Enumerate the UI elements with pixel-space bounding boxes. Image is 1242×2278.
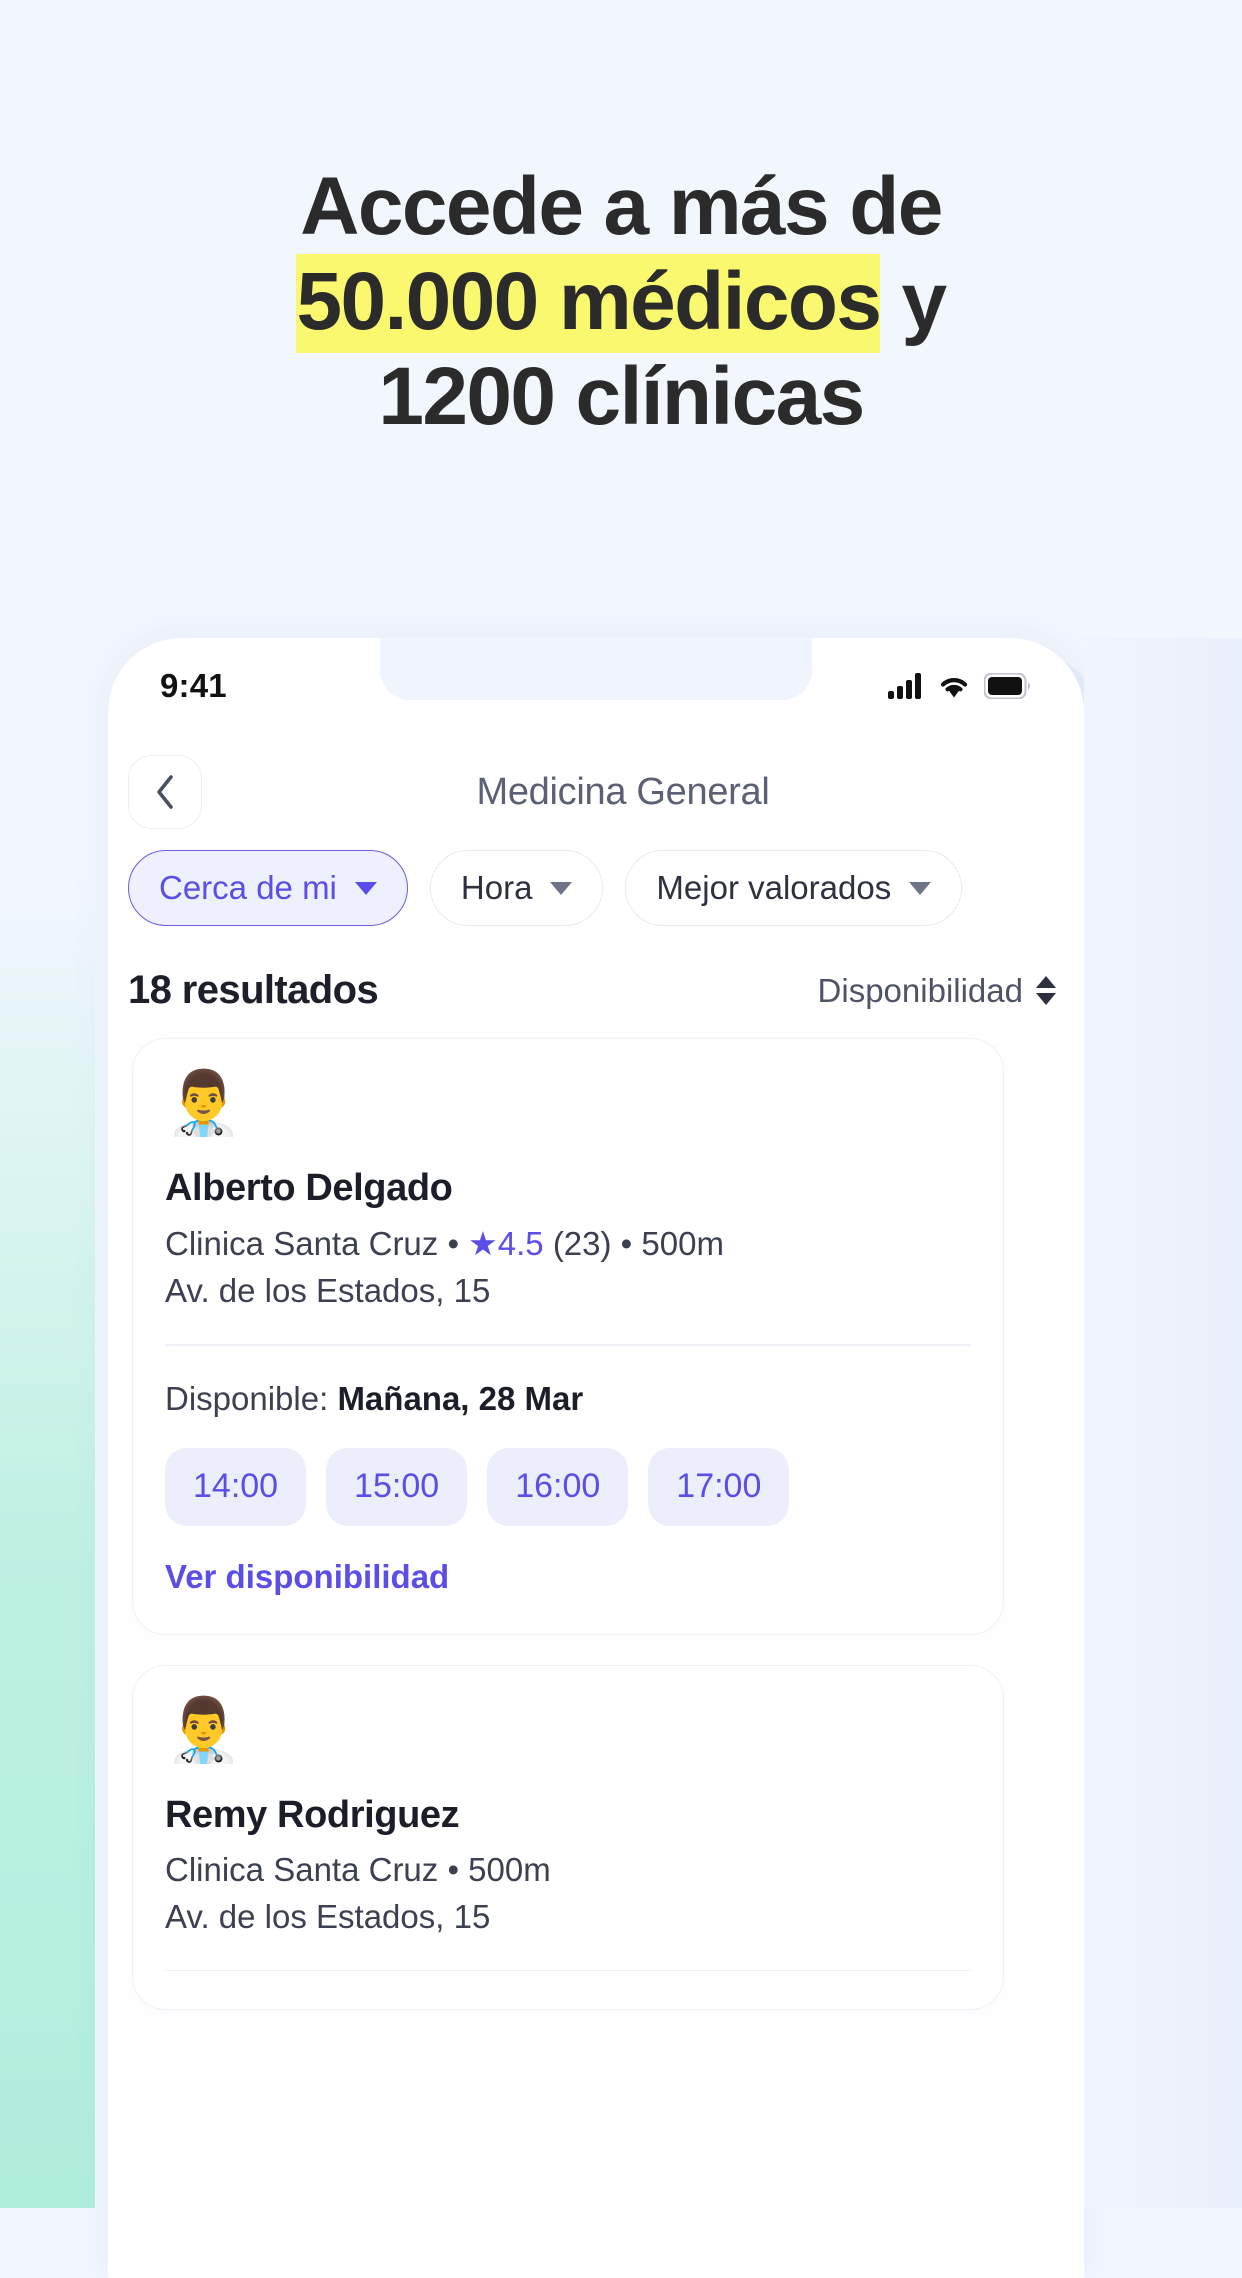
chevron-down-icon	[909, 881, 932, 895]
phone-mockup: 9:41 Medicina General Cerca de mi Hora M…	[108, 638, 1084, 2278]
phone-right-clip-mask	[1084, 638, 1242, 2208]
status-bar: 9:41	[108, 638, 1084, 734]
sort-control[interactable]: Disponibilidad	[818, 972, 1056, 1010]
time-slot[interactable]: 16:00	[487, 1447, 629, 1526]
man-health-worker-emoji: 👨‍⚕️	[165, 1695, 243, 1765]
sort-label: Disponibilidad	[817, 971, 1023, 1009]
doctor-meta: Clinica Santa Cruz • ★4.5 (23) • 500m	[165, 1224, 971, 1263]
filter-chip-label: Hora	[460, 869, 533, 906]
time-slot[interactable]: 15:00	[326, 1447, 468, 1526]
sort-updown-icon	[1036, 976, 1056, 1005]
time-slot[interactable]: 14:00	[165, 1447, 307, 1526]
doctor-card[interactable]: 👨‍⚕️ Alberto Delgado Clinica Santa Cruz …	[132, 1038, 1004, 1635]
status-icons	[888, 673, 1032, 699]
headline-line-1: Accede a más de	[300, 160, 943, 252]
availability-date: Mañana, 28 Mar	[337, 1379, 584, 1417]
promo-headline: Accede a más de 50.000 médicos y 1200 cl…	[0, 159, 1242, 444]
card-divider	[165, 1969, 971, 1971]
meta-separator: •	[611, 1225, 642, 1262]
headline-highlight: 50.000 médicos	[296, 254, 882, 354]
back-button[interactable]	[128, 755, 202, 829]
doctor-card[interactable]: 👨‍⚕️ Remy Rodriguez Clinica Santa Cruz •…	[132, 1664, 1004, 2010]
availability-prefix: Disponible:	[165, 1379, 338, 1417]
clinic-address: Av. de los Estados, 15	[165, 1897, 491, 1935]
card-divider	[165, 1344, 971, 1346]
distance: 500m	[641, 1225, 724, 1262]
filter-chip-label: Cerca de mi	[159, 869, 337, 906]
filter-chip-hora[interactable]: Hora	[429, 850, 604, 926]
review-count: (23)	[552, 1225, 612, 1262]
battery-full-icon	[984, 673, 1030, 699]
clinic-name: Clinica Santa Cruz	[165, 1850, 439, 1888]
page-title: Medicina General	[476, 770, 770, 813]
headline-line-2-rest: y	[880, 256, 948, 348]
chevron-left-icon	[157, 775, 173, 809]
chevron-down-icon	[354, 881, 377, 895]
ver-disponibilidad-link[interactable]: Ver disponibilidad	[165, 1558, 971, 1596]
doctor-name: Alberto Delgado	[165, 1167, 453, 1209]
time-slot-row[interactable]: 14:00 15:00 16:00 17:00	[165, 1447, 971, 1526]
star-icon: ★	[468, 1225, 498, 1262]
rating-value: 4.5	[497, 1225, 544, 1262]
availability-line: Disponible: Mañana, 28 Mar	[165, 1380, 971, 1418]
distance: 500m	[468, 1850, 551, 1888]
filter-chip-row[interactable]: Cerca de mi Hora Mejor valorados	[108, 850, 1084, 926]
wifi-icon	[940, 678, 968, 698]
meta-separator: •	[438, 1850, 469, 1888]
meta-separator: •	[438, 1225, 469, 1262]
signal-bars-icon	[888, 673, 921, 699]
filter-chip-mejor-valorados[interactable]: Mejor valorados	[625, 850, 963, 926]
nav-bar: Medicina General	[108, 734, 1084, 850]
filter-chip-label: Mejor valorados	[656, 869, 892, 906]
rating-group: ★4.5	[468, 1225, 543, 1262]
doctor-name: Remy Rodriguez	[165, 1793, 460, 1836]
time-slot[interactable]: 17:00	[648, 1447, 790, 1526]
headline-line-3: 1200 clínicas	[378, 351, 865, 443]
headline-line-2: 50.000 médicos y	[0, 254, 1242, 354]
doctor-meta: Clinica Santa Cruz • 500m	[165, 1851, 971, 1889]
results-count: 18 resultados	[128, 968, 379, 1012]
results-header: 18 resultados Disponibilidad	[108, 968, 1084, 1013]
doctor-results-list: 👨‍⚕️ Alberto Delgado Clinica Santa Cruz …	[108, 1038, 1084, 2040]
mint-gradient-accent	[0, 880, 95, 2208]
filter-chip-cerca-de-mi[interactable]: Cerca de mi	[128, 850, 408, 926]
clinic-name: Clinica Santa Cruz	[165, 1225, 439, 1262]
chevron-down-icon	[550, 881, 573, 895]
man-health-worker-emoji: 👨‍⚕️	[165, 1069, 243, 1138]
clinic-address: Av. de los Estados, 15	[165, 1272, 491, 1309]
status-time: 9:41	[160, 667, 227, 704]
